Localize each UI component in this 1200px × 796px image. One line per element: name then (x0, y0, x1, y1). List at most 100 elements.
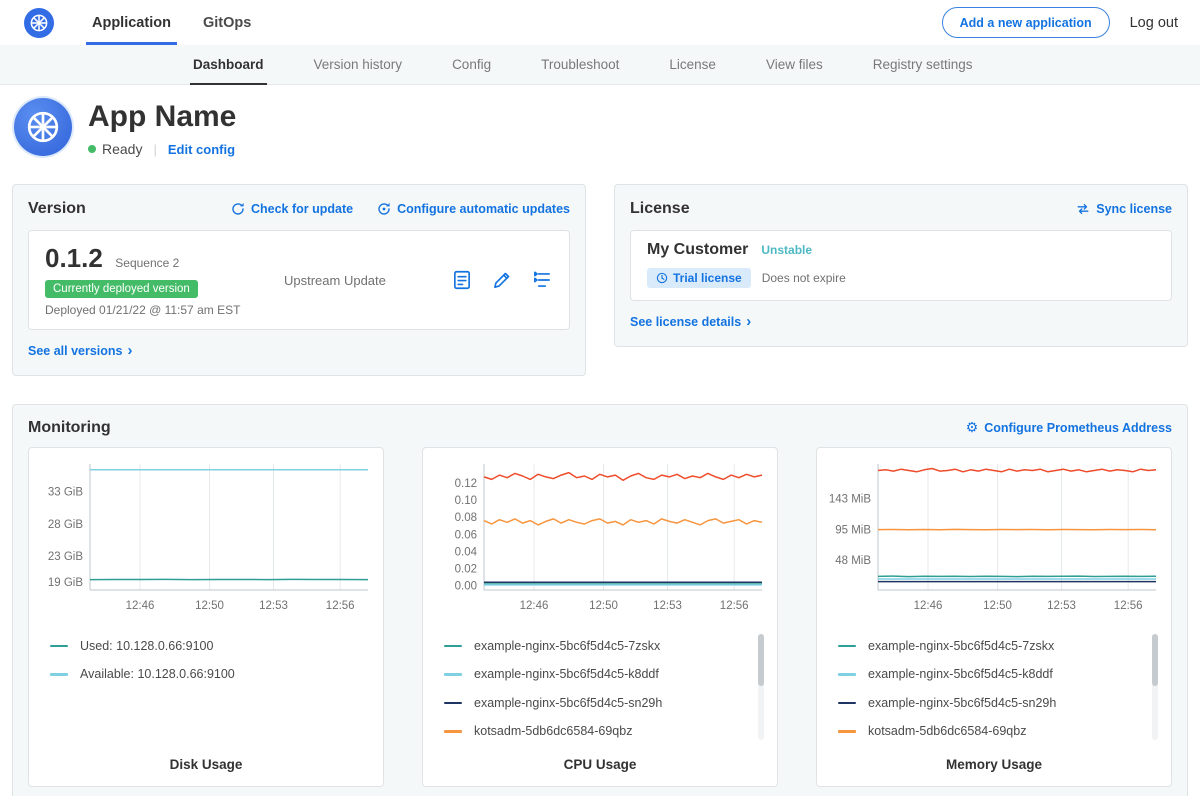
check-for-update-link[interactable]: Check for update (231, 202, 353, 216)
legend-item[interactable]: kotsadm-5db6dc6584-69qbz (444, 717, 768, 746)
nav-tab-gitops[interactable]: GitOps (187, 0, 267, 45)
app-subnav: Dashboard Version history Config Trouble… (0, 45, 1200, 85)
svg-text:33 GiB: 33 GiB (48, 486, 83, 498)
version-card: Version Check for update (12, 184, 586, 376)
gear-icon: ⚙ (966, 421, 979, 435)
kubernetes-logo-icon[interactable] (24, 8, 54, 38)
legend-scrollbar[interactable] (758, 634, 764, 740)
legend-swatch (838, 730, 856, 733)
svg-text:0.12: 0.12 (455, 477, 477, 489)
tab-label: Troubleshoot (541, 57, 619, 72)
svg-text:12:56: 12:56 (326, 600, 355, 612)
svg-text:12:46: 12:46 (126, 600, 155, 612)
status-dot (88, 145, 96, 153)
tab-troubleshoot[interactable]: Troubleshoot (516, 45, 644, 84)
legend-item[interactable]: example-nginx-5bc6f5d4c5-7zskx (444, 632, 768, 661)
tab-dashboard[interactable]: Dashboard (168, 45, 289, 84)
disk-usage-chart[interactable]: 12:4612:5012:5312:5619 GiB23 GiB28 GiB33… (38, 458, 374, 624)
deploy-logs-icon[interactable] (531, 269, 553, 291)
link-label: Sync license (1096, 202, 1172, 216)
svg-text:12:50: 12:50 (983, 600, 1012, 612)
chevron-right-icon: › (746, 314, 751, 329)
legend-label: Available: 10.128.0.66:9100 (80, 667, 235, 681)
legend-swatch (838, 702, 856, 705)
series-line (484, 472, 762, 480)
svg-text:48 MiB: 48 MiB (835, 555, 871, 567)
legend-scrollbar[interactable] (1152, 634, 1158, 740)
svg-text:0.08: 0.08 (455, 512, 477, 524)
clock-icon (656, 272, 668, 284)
tab-label: Registry settings (873, 57, 973, 72)
edit-config-icon[interactable] (491, 269, 513, 291)
memory-usage-panel: 12:4612:5012:5312:5648 MiB95 MiB143 MiB … (816, 447, 1172, 787)
legend-item[interactable]: example-nginx-5bc6f5d4c5-sn29h (444, 689, 768, 718)
svg-text:12:53: 12:53 (1047, 600, 1076, 612)
current-version-box: 0.1.2 Sequence 2 Currently deployed vers… (28, 230, 570, 330)
nav-tab-application[interactable]: Application (76, 0, 187, 45)
helm-wheel-icon (23, 107, 63, 147)
cpu-usage-panel: 12:4612:5012:5312:560.000.020.040.060.08… (422, 447, 778, 787)
chart-title: Disk Usage (38, 757, 374, 776)
legend-swatch (444, 645, 462, 648)
legend-label: kotsadm-5db6dc6584-69qbz (868, 724, 1026, 738)
app-icon (14, 98, 72, 156)
tab-label: View files (766, 57, 823, 72)
tab-registry-settings[interactable]: Registry settings (848, 45, 998, 84)
chart-title: CPU Usage (432, 757, 768, 776)
add-application-button[interactable]: Add a new application (942, 7, 1110, 38)
legend-item[interactable]: example-nginx-5bc6f5d4c5-7zskx (838, 632, 1162, 661)
chart-title: Memory Usage (826, 757, 1162, 776)
chevron-right-icon: › (128, 343, 133, 358)
memory-usage-legend: example-nginx-5bc6f5d4c5-7zskxexample-ng… (826, 632, 1162, 746)
status-text: Ready (102, 141, 142, 157)
see-all-versions-link[interactable]: See all versions › (28, 343, 133, 358)
svg-text:0.06: 0.06 (455, 529, 477, 541)
helm-wheel-icon (28, 12, 50, 34)
configure-prometheus-link[interactable]: ⚙ Configure Prometheus Address (966, 421, 1172, 435)
legend-item[interactable]: kotsadm-5db6dc6584-69qbz (838, 717, 1162, 746)
legend-scrollbar-thumb[interactable] (1152, 634, 1158, 686)
series-line (878, 576, 1156, 577)
svg-text:12:53: 12:53 (259, 600, 288, 612)
legend-label: example-nginx-5bc6f5d4c5-sn29h (474, 696, 662, 710)
tab-license[interactable]: License (644, 45, 741, 84)
tab-version-history[interactable]: Version history (289, 45, 428, 84)
logout-link[interactable]: Log out (1130, 15, 1178, 31)
legend-label: Used: 10.128.0.66:9100 (80, 639, 213, 653)
nav-tab-label: GitOps (203, 15, 251, 31)
legend-item[interactable]: Used: 10.128.0.66:9100 (50, 632, 374, 661)
channel-label: Unstable (761, 243, 812, 257)
svg-text:0.00: 0.00 (455, 580, 477, 592)
legend-scrollbar-thumb[interactable] (758, 634, 764, 686)
svg-text:12:50: 12:50 (195, 600, 224, 612)
legend-item[interactable]: Available: 10.128.0.66:9100 (50, 660, 374, 689)
refresh-icon (231, 202, 245, 216)
navbar-actions: Add a new application Log out (942, 7, 1178, 38)
tab-config[interactable]: Config (427, 45, 516, 84)
legend-swatch (444, 673, 462, 676)
legend-item[interactable]: example-nginx-5bc6f5d4c5-sn29h (838, 689, 1162, 718)
preflight-checks-icon[interactable] (451, 269, 473, 291)
legend-item[interactable]: example-nginx-5bc6f5d4c5-k8ddf (444, 660, 768, 689)
tab-view-files[interactable]: View files (741, 45, 848, 84)
primary-nav: Application GitOps (76, 0, 267, 45)
series-line (484, 518, 762, 524)
sync-icon (1076, 202, 1090, 216)
badge-label: Trial license (673, 271, 742, 285)
edit-config-link[interactable]: Edit config (168, 142, 235, 157)
monitoring-card: Monitoring ⚙ Configure Prometheus Addres… (12, 404, 1188, 796)
svg-text:0.04: 0.04 (455, 546, 478, 558)
disk-usage-panel: 12:4612:5012:5312:5619 GiB23 GiB28 GiB33… (28, 447, 384, 787)
tab-label: Config (452, 57, 491, 72)
see-license-details-link[interactable]: See license details › (630, 314, 751, 329)
legend-item[interactable]: example-nginx-5bc6f5d4c5-k8ddf (838, 660, 1162, 689)
memory-usage-chart[interactable]: 12:4612:5012:5312:5648 MiB95 MiB143 MiB (826, 458, 1162, 624)
kots-admin-console: Application GitOps Add a new application… (0, 0, 1200, 796)
configure-automatic-updates-link[interactable]: Configure automatic updates (377, 202, 570, 216)
svg-text:12:56: 12:56 (720, 600, 749, 612)
cpu-usage-chart[interactable]: 12:4612:5012:5312:560.000.020.040.060.08… (432, 458, 768, 624)
sync-license-link[interactable]: Sync license (1076, 202, 1172, 216)
tab-label: Dashboard (193, 57, 264, 72)
legend-swatch (444, 730, 462, 733)
upstream-update-label: Upstream Update (284, 273, 386, 288)
